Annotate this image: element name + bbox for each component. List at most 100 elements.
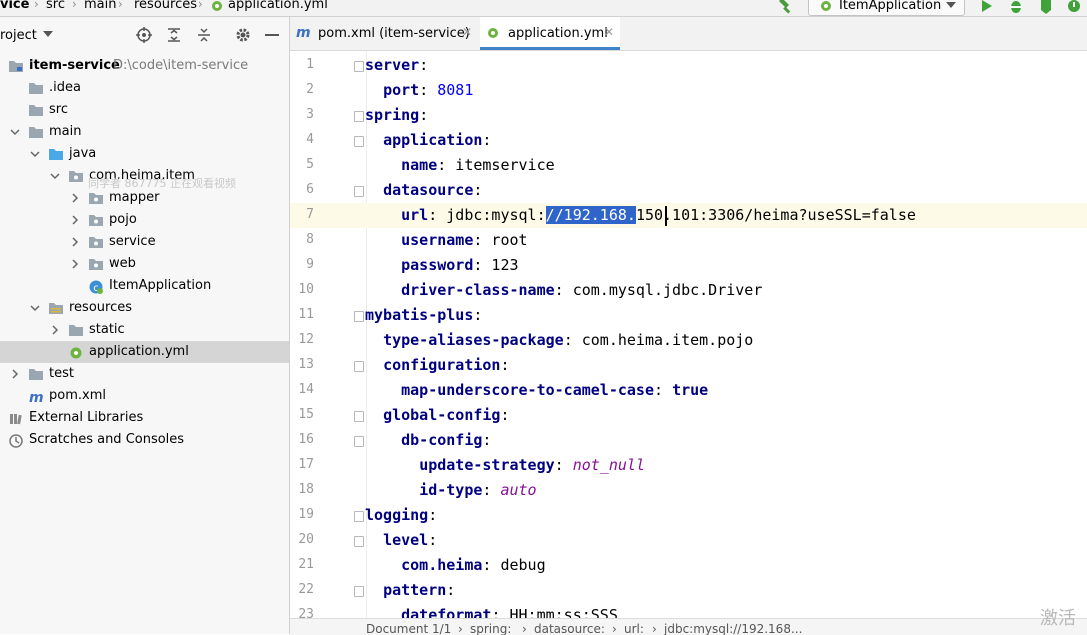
- code-line[interactable]: 12 type-aliases-package: com.heima.item.…: [290, 328, 1087, 353]
- breadcrumb-file[interactable]: application.yml: [228, 0, 328, 12]
- fold-marker-icon[interactable]: [354, 136, 364, 147]
- line-number: 19: [298, 507, 314, 522]
- code-line[interactable]: 11 mybatis-plus:: [290, 303, 1087, 328]
- run-icon[interactable]: [980, 0, 994, 16]
- folder-icon: [28, 125, 44, 143]
- code-line[interactable]: 4 application:: [290, 128, 1087, 153]
- breadcrumb-main[interactable]: main: [84, 0, 116, 12]
- code-line[interactable]: 14 map-underscore-to-camel-case: true: [290, 378, 1087, 403]
- status-datasource[interactable]: datasource:: [534, 622, 605, 635]
- fold-marker-icon[interactable]: [354, 586, 364, 597]
- tree-item[interactable]: test: [0, 363, 289, 385]
- code-line[interactable]: 20 level:: [290, 528, 1087, 553]
- tree-item[interactable]: Scratches and Consoles: [0, 429, 289, 451]
- close-icon[interactable]: ✕: [462, 25, 472, 39]
- code-line[interactable]: 17 update-strategy: not_null: [290, 453, 1087, 478]
- chevron-right-icon[interactable]: [50, 324, 60, 339]
- code-line[interactable]: 6 datasource:: [290, 178, 1087, 203]
- code-line[interactable]: 10 driver-class-name: com.mysql.jdbc.Dri…: [290, 278, 1087, 303]
- tree-item[interactable]: resources: [0, 297, 289, 319]
- tree-item[interactable]: .idea: [0, 77, 289, 99]
- code-line[interactable]: 21 com.heima: debug: [290, 553, 1087, 578]
- tree-item[interactable]: item-service D:\code\item-service: [0, 55, 289, 77]
- tree-item[interactable]: main: [0, 121, 289, 143]
- text-cursor: [665, 206, 667, 226]
- code-line[interactable]: 16 db-config:: [290, 428, 1087, 453]
- locate-file-icon[interactable]: [136, 27, 152, 47]
- chevron-right-icon[interactable]: [10, 368, 20, 383]
- code-line[interactable]: 5 name: itemservice: [290, 153, 1087, 178]
- breadcrumb-src[interactable]: src: [46, 0, 65, 12]
- tree-item[interactable]: application.yml: [0, 341, 289, 363]
- code-line[interactable]: 15 global-config:: [290, 403, 1087, 428]
- chevron-right-icon[interactable]: [70, 192, 80, 207]
- chevron-down-icon[interactable]: [30, 302, 40, 317]
- tab-application-yml[interactable]: application.yml ✕: [480, 17, 620, 50]
- spring-boot-icon: [819, 0, 835, 16]
- profile-icon[interactable]: [1066, 0, 1082, 16]
- folder-icon: [68, 323, 84, 341]
- chevron-right-icon: ›: [522, 622, 527, 635]
- gear-icon[interactable]: [235, 27, 251, 47]
- code-line[interactable]: 22 pattern:: [290, 578, 1087, 603]
- line-number: 13: [298, 357, 314, 372]
- status-url-value[interactable]: jdbc:mysql://192.168...: [664, 622, 802, 635]
- fold-marker-icon[interactable]: [354, 411, 364, 422]
- status-document[interactable]: Document 1/1: [366, 622, 451, 635]
- project-panel-title[interactable]: roject: [0, 28, 37, 43]
- tree-item-label: mapper: [109, 190, 160, 205]
- code-line[interactable]: 13 configuration:: [290, 353, 1087, 378]
- tree-item[interactable]: src: [0, 99, 289, 121]
- line-number: 14: [298, 382, 314, 397]
- chevron-right-icon[interactable]: [70, 258, 80, 273]
- fold-marker-icon[interactable]: [354, 186, 364, 197]
- package-icon: [88, 257, 104, 275]
- tree-item[interactable]: service: [0, 231, 289, 253]
- fold-marker-icon[interactable]: [354, 436, 364, 447]
- code-line[interactable]: 9 password: 123: [290, 253, 1087, 278]
- code-text: password: 123: [401, 256, 519, 274]
- tab-pom-xml[interactable]: m pom.xml (item-service) ✕: [290, 17, 478, 50]
- build-hammer-icon[interactable]: [776, 0, 794, 16]
- expand-all-icon[interactable]: [166, 27, 182, 47]
- chevron-down-icon[interactable]: [30, 148, 40, 163]
- breadcrumb-resources[interactable]: resources: [134, 0, 197, 12]
- fold-marker-icon[interactable]: [354, 311, 364, 322]
- code-line[interactable]: 2 port: 8081: [290, 78, 1087, 103]
- code-editor[interactable]: 1 server: 2 port: 8081 3 spring: 4 applicatio…: [290, 51, 1087, 618]
- debug-icon[interactable]: [1008, 0, 1024, 16]
- fold-marker-icon[interactable]: [354, 111, 364, 122]
- status-spring[interactable]: spring:: [470, 622, 511, 635]
- chevron-right-icon[interactable]: [70, 236, 80, 251]
- chevron-down-icon[interactable]: [50, 170, 60, 185]
- tree-item[interactable]: pojo: [0, 209, 289, 231]
- code-line[interactable]: 23 dateformat: HH:mm:ss:SSS: [290, 603, 1087, 618]
- chevron-down-icon[interactable]: [43, 31, 53, 37]
- minimize-icon[interactable]: [265, 34, 279, 36]
- code-line[interactable]: 3 spring:: [290, 103, 1087, 128]
- tree-item[interactable]: static: [0, 319, 289, 341]
- code-line[interactable]: 18 id-type: auto: [290, 478, 1087, 503]
- tree-item[interactable]: External Libraries: [0, 407, 289, 429]
- fold-marker-icon[interactable]: [354, 511, 364, 522]
- tree-item[interactable]: web: [0, 253, 289, 275]
- tree-item[interactable]: m pom.xml: [0, 385, 289, 407]
- breadcrumb-project[interactable]: vice: [0, 0, 29, 12]
- code-text: spring:: [365, 106, 429, 124]
- chevron-down-icon[interactable]: [10, 126, 20, 141]
- status-url[interactable]: url:: [624, 622, 644, 635]
- code-line[interactable]: 8 username: root: [290, 228, 1087, 253]
- fold-marker-icon[interactable]: [354, 61, 364, 72]
- fold-marker-icon[interactable]: [354, 536, 364, 547]
- code-line[interactable]: 19 logging:: [290, 503, 1087, 528]
- coverage-icon[interactable]: [1038, 0, 1054, 16]
- fold-marker-icon[interactable]: [354, 361, 364, 372]
- tree-item[interactable]: c ItemApplication: [0, 275, 289, 297]
- close-icon[interactable]: ✕: [604, 25, 614, 39]
- collapse-all-icon[interactable]: [196, 27, 212, 47]
- code-line[interactable]: 7 url: jdbc:mysql://192.168.150.101:3306…: [290, 203, 1087, 228]
- tree-item[interactable]: java: [0, 143, 289, 165]
- code-line[interactable]: 1 server:: [290, 53, 1087, 78]
- chevron-right-icon[interactable]: [70, 214, 80, 229]
- run-configuration-selector[interactable]: ItemApplication: [808, 0, 965, 16]
